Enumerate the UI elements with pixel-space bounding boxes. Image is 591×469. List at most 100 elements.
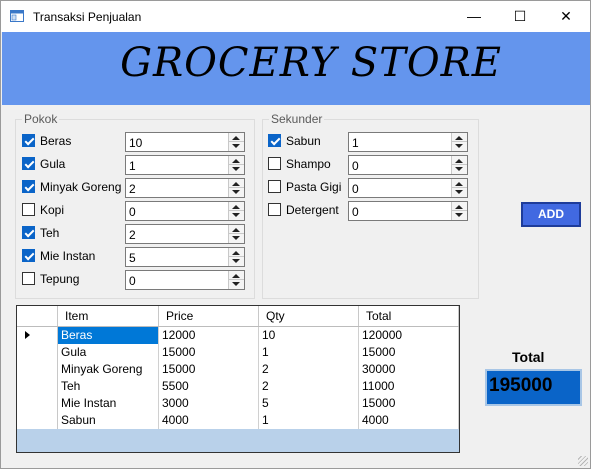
table-cell[interactable]: Beras <box>58 327 159 344</box>
quantity-value[interactable]: 1 <box>129 159 136 173</box>
pokok-item-gula[interactable]: Gula <box>22 154 122 174</box>
table-cell[interactable]: 15000 <box>359 395 459 412</box>
table-row[interactable]: Sabun 4000 1 4000 <box>17 412 459 429</box>
quantity-value[interactable]: 2 <box>129 228 136 242</box>
table-row[interactable]: Mie Instan 3000 5 15000 <box>17 395 459 412</box>
spin-up-icon[interactable] <box>232 228 240 232</box>
spin-up-icon[interactable] <box>232 274 240 278</box>
table-cell[interactable]: 10 <box>259 327 359 344</box>
row-header[interactable] <box>17 361 58 378</box>
table-cell[interactable]: 11000 <box>359 378 459 395</box>
table-cell[interactable]: 5500 <box>159 378 259 395</box>
table-cell[interactable]: 3000 <box>159 395 259 412</box>
spin-up-icon[interactable] <box>455 136 463 140</box>
resize-grip[interactable] <box>578 456 588 466</box>
spin-buttons[interactable] <box>228 271 244 289</box>
quantity-stepper[interactable]: 1 <box>348 132 468 152</box>
table-row[interactable]: Minyak Goreng 15000 2 30000 <box>17 361 459 378</box>
table-cell[interactable]: 2 <box>259 378 359 395</box>
quantity-stepper[interactable]: 10 <box>125 132 245 152</box>
row-header[interactable] <box>17 327 58 344</box>
checkbox[interactable] <box>22 134 35 147</box>
table-cell[interactable]: 12000 <box>159 327 259 344</box>
spin-up-icon[interactable] <box>232 136 240 140</box>
spin-down-icon[interactable] <box>455 213 463 217</box>
spin-down-icon[interactable] <box>455 167 463 171</box>
table-row[interactable]: Gula 15000 1 15000 <box>17 344 459 361</box>
checkbox[interactable] <box>268 203 281 216</box>
quantity-value[interactable]: 2 <box>129 182 136 196</box>
row-header[interactable] <box>17 344 58 361</box>
spin-down-icon[interactable] <box>232 259 240 263</box>
spin-buttons[interactable] <box>451 133 467 151</box>
table-cell[interactable]: 15000 <box>359 344 459 361</box>
checkbox[interactable] <box>268 180 281 193</box>
pokok-item-kopi[interactable]: Kopi <box>22 200 122 220</box>
table-cell[interactable]: 15000 <box>159 361 259 378</box>
quantity-stepper[interactable]: 0 <box>125 270 245 290</box>
table-cell[interactable]: 1 <box>259 412 359 429</box>
spin-down-icon[interactable] <box>232 236 240 240</box>
table-row[interactable]: Teh 5500 2 11000 <box>17 378 459 395</box>
spin-up-icon[interactable] <box>232 251 240 255</box>
spin-buttons[interactable] <box>451 156 467 174</box>
minimize-button[interactable]: — <box>451 1 497 32</box>
checkbox[interactable] <box>268 157 281 170</box>
maximize-button[interactable]: ☐ <box>497 1 543 32</box>
quantity-value[interactable]: 0 <box>352 182 359 196</box>
spin-buttons[interactable] <box>228 156 244 174</box>
spin-up-icon[interactable] <box>232 159 240 163</box>
quantity-value[interactable]: 0 <box>129 274 136 288</box>
table-cell[interactable]: Teh <box>58 378 159 395</box>
column-header-total[interactable]: Total <box>359 306 459 326</box>
add-button[interactable]: ADD <box>521 202 581 227</box>
spin-up-icon[interactable] <box>455 182 463 186</box>
column-header-price[interactable]: Price <box>159 306 259 326</box>
quantity-stepper[interactable]: 0 <box>348 178 468 198</box>
quantity-value[interactable]: 0 <box>352 205 359 219</box>
spin-down-icon[interactable] <box>455 144 463 148</box>
spin-up-icon[interactable] <box>232 205 240 209</box>
spin-down-icon[interactable] <box>232 190 240 194</box>
table-cell[interactable]: 120000 <box>359 327 459 344</box>
transaction-grid[interactable]: Item Price Qty Total Beras 12000 10 120000 G… <box>16 305 460 453</box>
spin-buttons[interactable] <box>228 225 244 243</box>
table-cell[interactable]: Sabun <box>58 412 159 429</box>
table-cell[interactable]: 4000 <box>359 412 459 429</box>
row-header[interactable] <box>17 395 58 412</box>
pokok-item-beras[interactable]: Beras <box>22 131 122 151</box>
quantity-stepper[interactable]: 0 <box>125 201 245 221</box>
spin-buttons[interactable] <box>228 248 244 266</box>
checkbox[interactable] <box>268 134 281 147</box>
checkbox[interactable] <box>22 203 35 216</box>
quantity-stepper[interactable]: 2 <box>125 224 245 244</box>
pokok-item-mie-instan[interactable]: Mie Instan <box>22 246 122 266</box>
quantity-value[interactable]: 10 <box>129 136 142 150</box>
spin-down-icon[interactable] <box>232 213 240 217</box>
spin-down-icon[interactable] <box>232 144 240 148</box>
column-header-item[interactable]: Item <box>58 306 159 326</box>
table-cell[interactable]: 15000 <box>159 344 259 361</box>
quantity-stepper[interactable]: 0 <box>348 155 468 175</box>
table-cell[interactable]: 1 <box>259 344 359 361</box>
table-cell[interactable]: 4000 <box>159 412 259 429</box>
checkbox[interactable] <box>22 157 35 170</box>
checkbox[interactable] <box>22 249 35 262</box>
checkbox[interactable] <box>22 272 35 285</box>
table-cell[interactable]: Mie Instan <box>58 395 159 412</box>
spin-up-icon[interactable] <box>232 182 240 186</box>
table-cell[interactable]: Minyak Goreng <box>58 361 159 378</box>
checkbox[interactable] <box>22 180 35 193</box>
spin-down-icon[interactable] <box>232 167 240 171</box>
spin-down-icon[interactable] <box>232 282 240 286</box>
spin-up-icon[interactable] <box>455 205 463 209</box>
quantity-stepper[interactable]: 0 <box>348 201 468 221</box>
quantity-value[interactable]: 1 <box>352 136 359 150</box>
quantity-value[interactable]: 5 <box>129 251 136 265</box>
quantity-value[interactable]: 0 <box>129 205 136 219</box>
checkbox[interactable] <box>22 226 35 239</box>
spin-up-icon[interactable] <box>455 159 463 163</box>
spin-buttons[interactable] <box>228 179 244 197</box>
table-cell[interactable]: 30000 <box>359 361 459 378</box>
table-cell[interactable]: 2 <box>259 361 359 378</box>
